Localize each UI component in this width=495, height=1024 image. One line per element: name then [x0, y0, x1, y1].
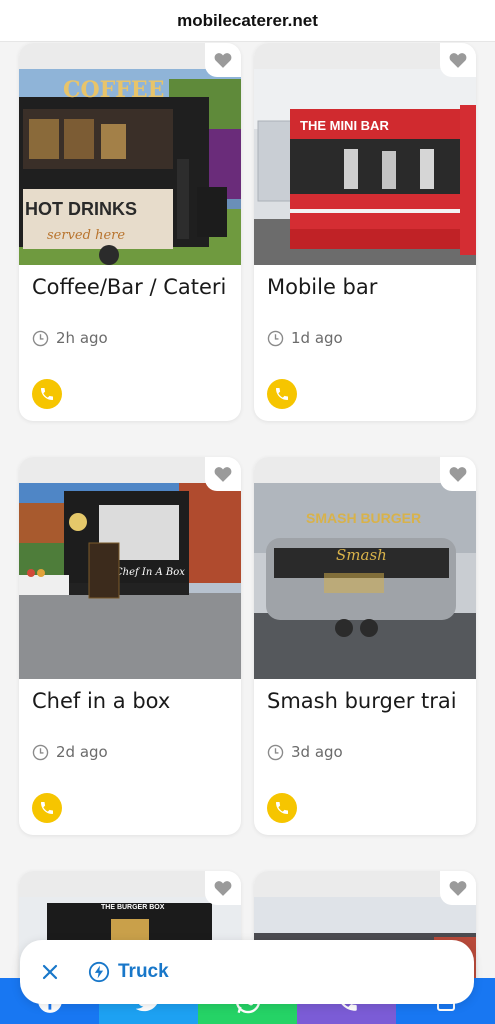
favorite-button[interactable] — [440, 457, 476, 491]
listing-photo[interactable]: COFFEE HOT DRINKS served here — [19, 69, 241, 265]
listing-title[interactable]: Smash burger trai — [267, 689, 472, 713]
clock-icon — [32, 744, 49, 760]
filter-chip-label: Truck — [118, 961, 169, 982]
phone-icon — [41, 388, 53, 400]
listing-card[interactable]: THE MINI BAR Mobile bar 1d ago — [254, 43, 476, 421]
listing-card[interactable]: COFFEE HOT DRINKS served here Coffee/Bar… — [19, 43, 241, 421]
heart-icon — [449, 881, 467, 896]
heart-icon — [214, 467, 232, 482]
call-button[interactable] — [32, 379, 62, 409]
listing-photo[interactable]: SMASH BURGER Smash — [254, 483, 476, 679]
listing-time-label: 2d ago — [56, 743, 108, 761]
phone-icon — [276, 388, 288, 400]
listing-photo[interactable]: THE MINI BAR — [254, 69, 476, 265]
heart-icon — [214, 881, 232, 896]
clock-icon — [32, 330, 49, 346]
listing-time: 2d ago — [32, 743, 108, 761]
listing-time-label: 3d ago — [291, 743, 343, 761]
lightning-icon — [88, 961, 110, 983]
heart-icon — [214, 53, 232, 68]
mini-bar-text: THE MINI BAR — [300, 118, 389, 133]
listing-card[interactable]: Chef In A Box Chef in a box 2d ago — [19, 457, 241, 835]
listing-title[interactable]: Coffee/Bar / Cateri — [32, 275, 237, 299]
phone-icon — [276, 802, 288, 814]
browser-url[interactable]: mobilecaterer.net — [177, 11, 318, 31]
burger-box-text: THE BURGER BOX — [101, 904, 165, 911]
heart-icon — [449, 467, 467, 482]
listing-time: 1d ago — [267, 329, 343, 347]
call-button[interactable] — [267, 793, 297, 823]
clock-icon — [267, 744, 284, 760]
favorite-button[interactable] — [205, 43, 241, 77]
filter-chip-truck[interactable]: Truck — [88, 961, 169, 983]
listing-title[interactable]: Chef in a box — [32, 689, 237, 713]
filter-bar: Truck — [20, 940, 474, 1004]
phone-icon — [41, 802, 53, 814]
listing-card[interactable]: SMASH BURGER Smash Smash burger trai 3d … — [254, 457, 476, 835]
chef-sign-text: Chef In A Box — [115, 567, 185, 578]
listing-time: 2h ago — [32, 329, 108, 347]
smash-sign-text: SMASH BURGER — [306, 510, 421, 526]
favorite-button[interactable] — [440, 871, 476, 905]
coffee-sign-text: COFFEE — [63, 77, 164, 103]
smash-script-text: Smash — [336, 546, 387, 564]
listing-title[interactable]: Mobile bar — [267, 275, 472, 299]
listing-time-label: 2h ago — [56, 329, 108, 347]
listing-time: 3d ago — [267, 743, 343, 761]
browser-address-bar[interactable]: mobilecaterer.net — [0, 0, 495, 42]
favorite-button[interactable] — [440, 43, 476, 77]
favorite-button[interactable] — [205, 457, 241, 491]
hot-drinks-text: HOT DRINKS — [25, 199, 137, 219]
listing-time-label: 1d ago — [291, 329, 343, 347]
clock-icon — [267, 330, 284, 346]
heart-icon — [449, 53, 467, 68]
clear-filter-button[interactable] — [36, 958, 64, 986]
call-button[interactable] — [32, 793, 62, 823]
close-icon — [42, 964, 58, 980]
favorite-button[interactable] — [205, 871, 241, 905]
served-here-text: served here — [47, 228, 125, 243]
listing-photo[interactable]: Chef In A Box — [19, 483, 241, 679]
call-button[interactable] — [267, 379, 297, 409]
